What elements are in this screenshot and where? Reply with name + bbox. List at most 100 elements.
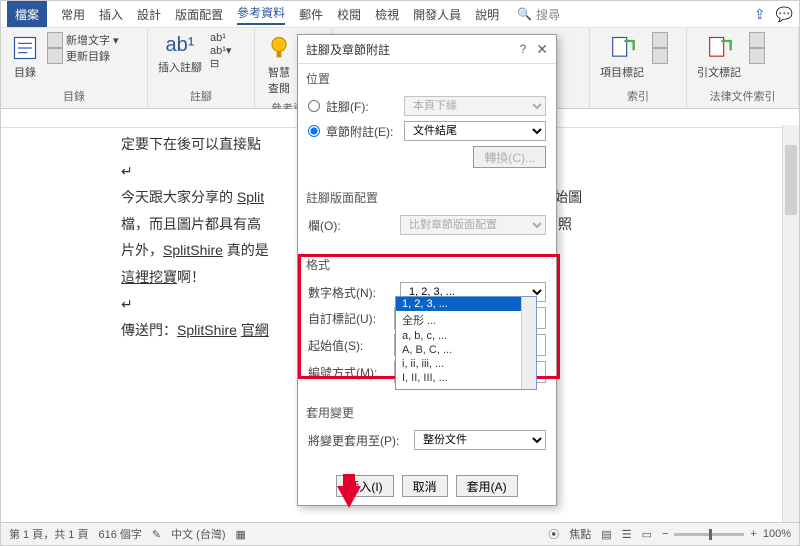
endnote-position-select[interactable]: 文件結尾 bbox=[404, 121, 546, 141]
status-language[interactable]: 中文 (台灣) bbox=[171, 526, 225, 542]
group-label-legal: 法律文件索引 bbox=[695, 88, 790, 104]
section-format: 格式 bbox=[298, 250, 556, 275]
search-icon: 🔍 bbox=[517, 7, 532, 21]
dialog-titlebar[interactable]: 註腳及章節附註 ? ✕ bbox=[298, 35, 556, 64]
doc-line-5a: 這裡 bbox=[121, 269, 149, 285]
numbering-label: 編號方式(M): bbox=[308, 364, 388, 381]
menu-home[interactable]: 常用 bbox=[61, 6, 85, 23]
status-bar: 第 1 頁，共 1 頁 616 個字 ✎ 中文 (台灣) ▦ ⦿ 焦點 ▤ ☰ … bbox=[1, 522, 799, 545]
toc-label: 目錄 bbox=[14, 64, 36, 80]
comments-icon[interactable]: 💬 bbox=[776, 6, 793, 23]
mark-citation-button[interactable]: 引文標記 bbox=[695, 32, 743, 82]
legal-small-1[interactable] bbox=[749, 32, 765, 48]
mark-citation-label: 引文標記 bbox=[697, 64, 741, 80]
menu-help[interactable]: 說明 bbox=[475, 6, 499, 23]
group-label-toc: 目錄 bbox=[9, 88, 139, 104]
footnote-icon: ab¹ bbox=[166, 34, 195, 57]
doc-line-2a: 今天跟大家分享的 bbox=[121, 189, 237, 205]
footnote-radio-label: 註腳(F): bbox=[326, 98, 398, 115]
insert-footnote-button[interactable]: ab¹ 插入註腳 bbox=[156, 32, 204, 77]
ribbon-group-footnotes: ab¹ 插入註腳 ab¹ ab¹▾ ⊟ 註腳 bbox=[148, 28, 255, 108]
index-small-1[interactable] bbox=[652, 32, 668, 48]
help-icon[interactable]: ? bbox=[520, 42, 527, 56]
group-label-footnotes: 註腳 bbox=[156, 88, 246, 104]
convert-button: 轉換(C)... bbox=[473, 146, 546, 168]
number-format-dropdown[interactable]: 1, 2, 3, ... 全形 ... a, b, c, ... A, B, C… bbox=[395, 296, 537, 390]
radio-footnote[interactable] bbox=[308, 100, 320, 112]
section-apply: 套用變更 bbox=[298, 398, 556, 423]
dropdown-option-0[interactable]: 1, 2, 3, ... bbox=[396, 297, 536, 311]
dropdown-option-3[interactable]: A, B, C, ... bbox=[396, 343, 536, 357]
footnote-small-2[interactable]: ab¹▾ bbox=[210, 44, 231, 57]
status-page[interactable]: 第 1 頁，共 1 頁 bbox=[9, 526, 88, 542]
menu-developer[interactable]: 開發人員 bbox=[413, 6, 461, 23]
smart-lookup-button[interactable]: 智慧 查閱 bbox=[263, 32, 295, 98]
footnote-small-3[interactable]: ⊟ bbox=[210, 57, 231, 70]
menu-view[interactable]: 檢視 bbox=[375, 6, 399, 23]
menu-references[interactable]: 參考資料 bbox=[237, 4, 285, 25]
menu-mailings[interactable]: 郵件 bbox=[299, 6, 323, 23]
focus-mode-icon[interactable]: ⦿ bbox=[548, 526, 559, 542]
doc-line-4b: 真的是 bbox=[223, 242, 269, 258]
scroll-thumb[interactable] bbox=[785, 145, 797, 215]
toc-button[interactable]: 目錄 bbox=[9, 32, 41, 82]
zoom-level[interactable]: 100% bbox=[763, 528, 791, 540]
accessibility-icon[interactable]: ▦ bbox=[236, 528, 246, 541]
dropdown-scrollbar[interactable] bbox=[521, 297, 536, 389]
dropdown-option-2[interactable]: a, b, c, ... bbox=[396, 329, 536, 343]
tell-me-search[interactable]: 🔍 搜尋 bbox=[517, 6, 560, 23]
menu-bar: 檔案 常用 插入 設計 版面配置 參考資料 郵件 校閱 檢視 開發人員 說明 🔍… bbox=[1, 1, 799, 28]
dropdown-option-5[interactable]: I, II, III, ... bbox=[396, 371, 536, 385]
status-word-count[interactable]: 616 個字 bbox=[98, 526, 141, 542]
start-at-label: 起始值(S): bbox=[308, 337, 388, 354]
radio-endnote[interactable] bbox=[308, 125, 320, 137]
apply-to-select[interactable]: 整份文件 bbox=[414, 430, 546, 450]
status-focus[interactable]: 焦點 bbox=[569, 526, 591, 542]
index-small-2[interactable] bbox=[652, 48, 668, 64]
share-icon[interactable]: ⇪ bbox=[754, 6, 766, 23]
doc-link-2: 官網 bbox=[241, 322, 269, 338]
zoom-out-button[interactable]: − bbox=[662, 528, 668, 540]
insert-footnote-label: 插入註腳 bbox=[158, 59, 202, 75]
cancel-button[interactable]: 取消 bbox=[402, 475, 448, 497]
view-web-icon[interactable]: ▭ bbox=[642, 528, 652, 541]
doc-line-6a: 傳送門： bbox=[121, 322, 177, 338]
close-icon[interactable]: ✕ bbox=[536, 41, 548, 58]
apply-button[interactable]: 套用(A) bbox=[456, 475, 518, 497]
doc-line-5b: 啊！ bbox=[177, 269, 205, 285]
menu-review[interactable]: 校閱 bbox=[337, 6, 361, 23]
mark-entry-button[interactable]: 項目標記 bbox=[598, 32, 646, 82]
menu-layout[interactable]: 版面配置 bbox=[175, 6, 223, 23]
dropdown-option-1[interactable]: 全形 ... bbox=[396, 311, 536, 329]
doc-line-3a: 檔，而且圖片都具有高 bbox=[121, 216, 261, 232]
menu-design[interactable]: 設計 bbox=[137, 6, 161, 23]
highlight-arrow bbox=[337, 486, 361, 508]
vertical-scrollbar[interactable] bbox=[782, 125, 799, 523]
spellcheck-icon[interactable]: ✎ bbox=[152, 528, 161, 541]
ribbon-group-index: 項目標記 索引 bbox=[590, 28, 687, 108]
mark-entry-label: 項目標記 bbox=[600, 64, 644, 80]
add-text-button[interactable]: 新增文字▾ bbox=[47, 32, 119, 48]
bulb-icon bbox=[265, 34, 293, 62]
footnote-position-select: 本頁下緣 bbox=[404, 96, 546, 116]
doc-line-1: 定要下在後可以直接點 bbox=[121, 136, 261, 152]
section-layout: 註腳版面配置 bbox=[298, 183, 556, 208]
footnote-small-1[interactable]: ab¹ bbox=[210, 32, 231, 44]
section-position: 位置 bbox=[298, 64, 556, 89]
menu-file[interactable]: 檔案 bbox=[7, 1, 47, 27]
footnote-dialog: 註腳及章節附註 ? ✕ 位置 註腳(F): 本頁下緣 章節附註(E): 文件結尾… bbox=[297, 34, 557, 506]
zoom-in-button[interactable]: + bbox=[750, 528, 756, 540]
mark-entry-icon bbox=[608, 34, 636, 62]
zoom-slider[interactable] bbox=[674, 533, 744, 536]
update-toc-button[interactable]: 更新目錄 bbox=[47, 48, 119, 64]
dropdown-option-4[interactable]: i, ii, iii, ... bbox=[396, 357, 536, 371]
custom-mark-label: 自訂標記(U): bbox=[308, 310, 388, 327]
ribbon-group-legal: 引文標記 法律文件索引 bbox=[687, 28, 799, 108]
view-print-icon[interactable]: ☰ bbox=[622, 528, 632, 541]
view-read-icon[interactable]: ▤ bbox=[601, 528, 611, 541]
number-format-label: 數字格式(N): bbox=[308, 284, 394, 301]
menu-insert[interactable]: 插入 bbox=[99, 6, 123, 23]
legal-small-2[interactable] bbox=[749, 48, 765, 64]
doc-link-split: Split bbox=[237, 189, 264, 205]
apply-to-label: 將變更套用至(P): bbox=[308, 432, 408, 449]
